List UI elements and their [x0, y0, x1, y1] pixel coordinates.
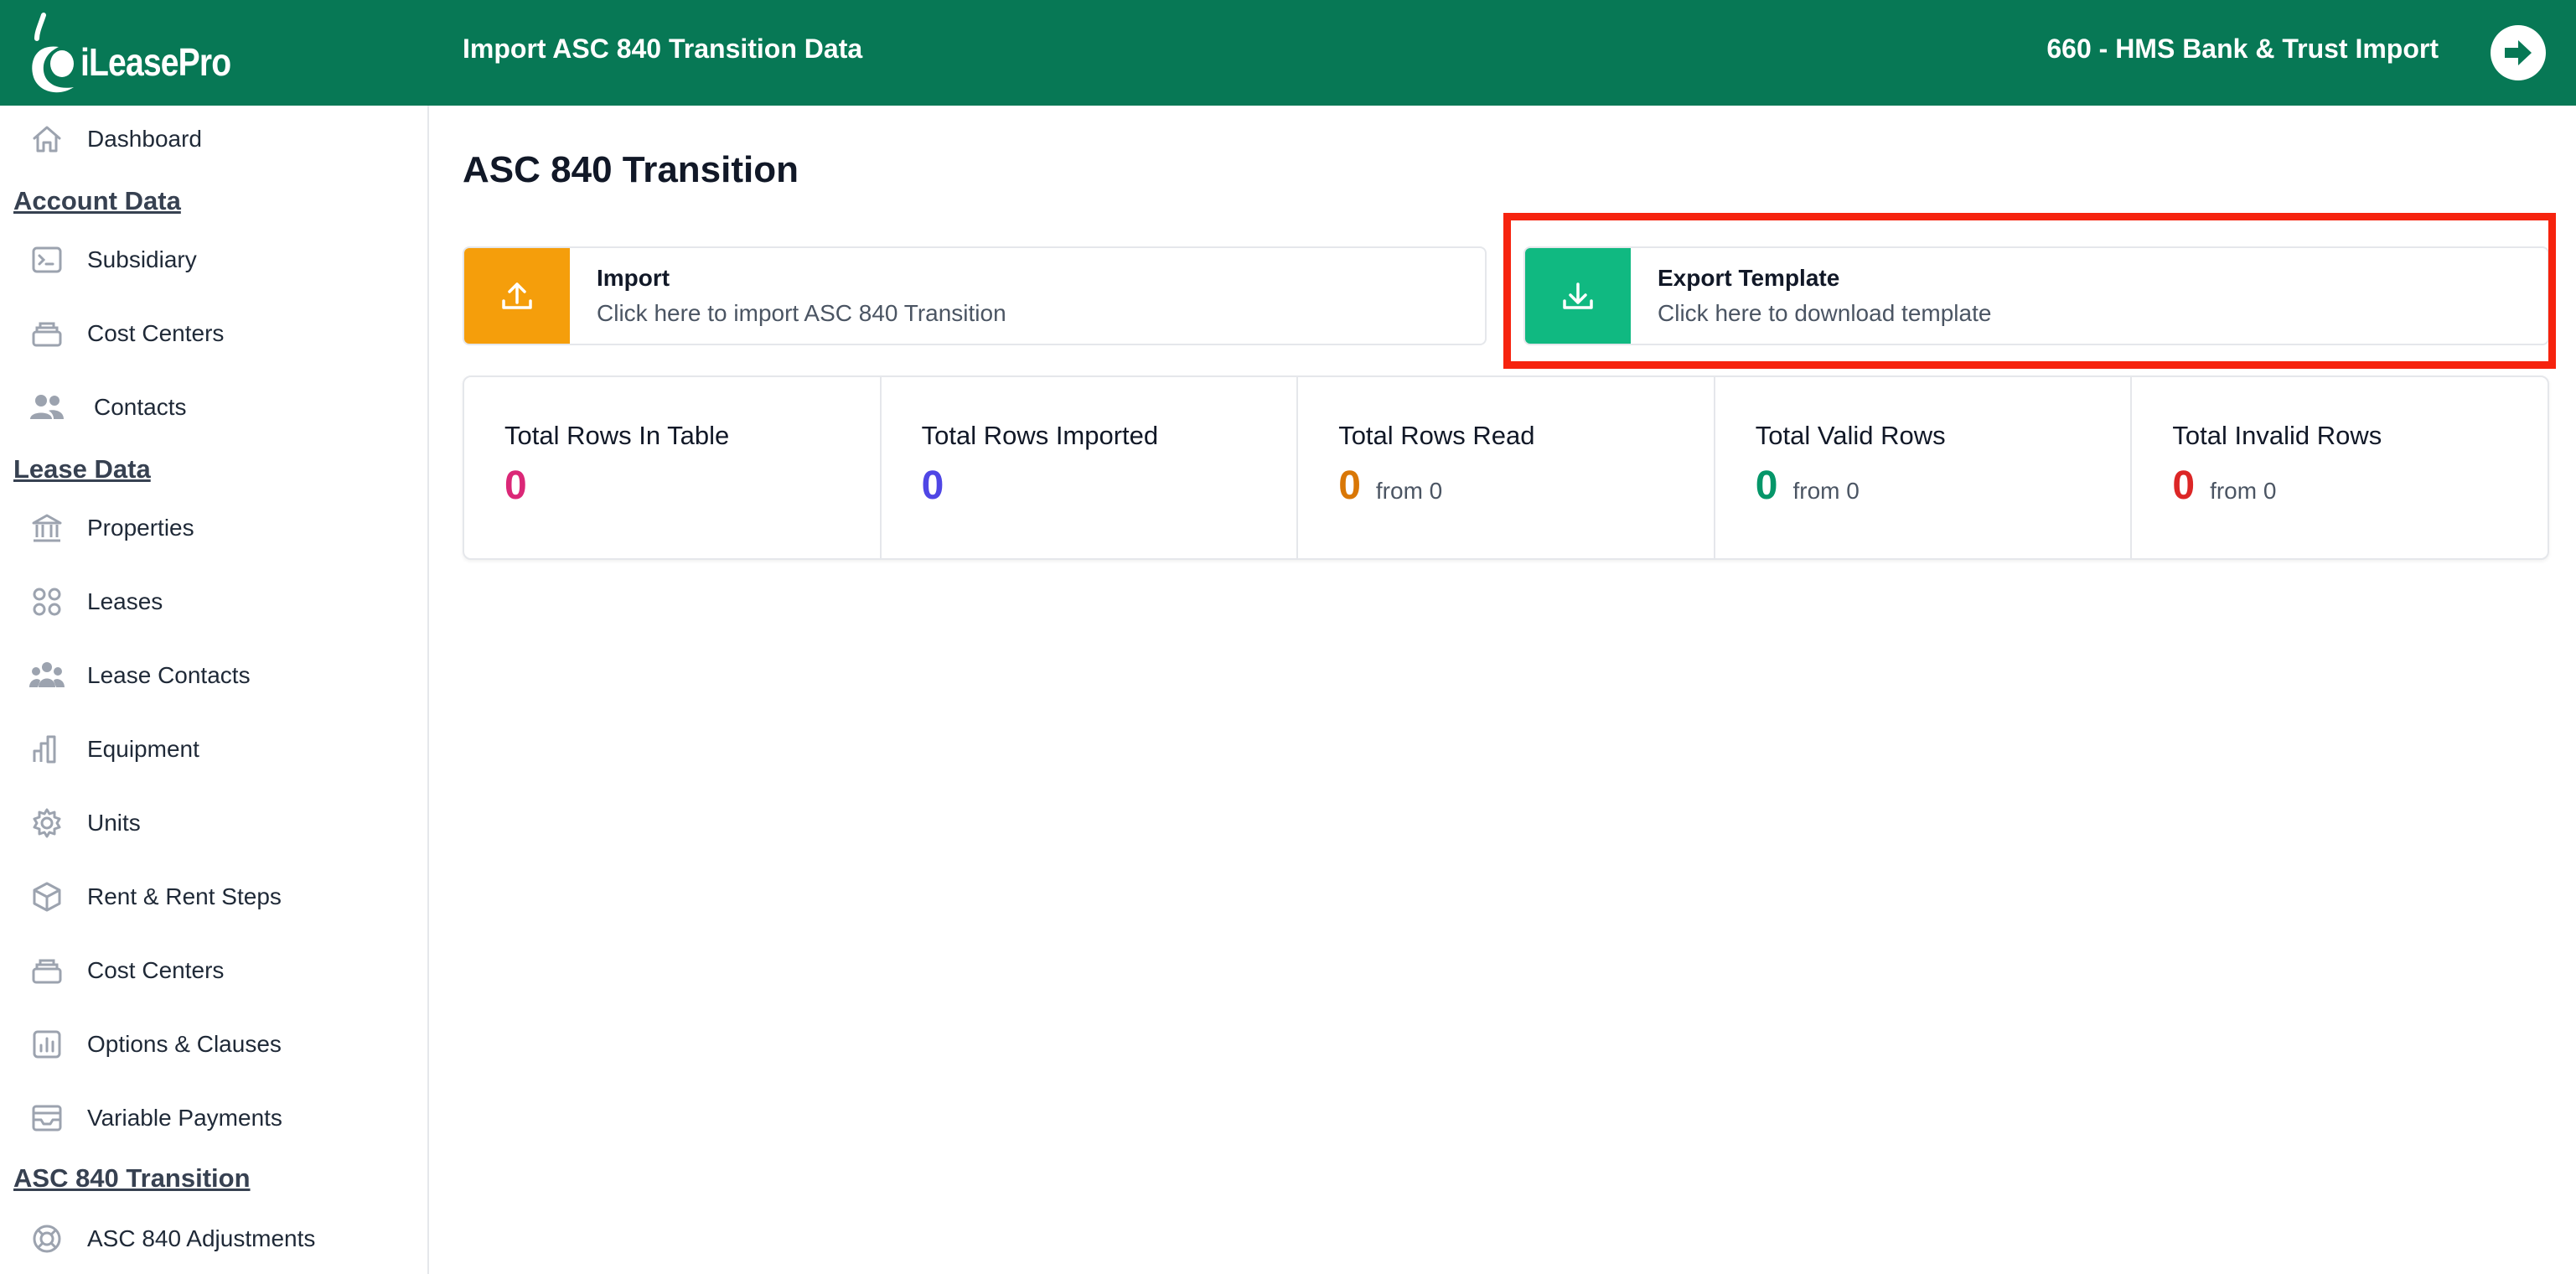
grid-icon: [28, 583, 65, 620]
sidebar-item-label: Cost Centers: [87, 320, 225, 346]
sidebar-item-asc-840-adjustments[interactable]: ASC 840 Adjustments: [28, 1214, 422, 1264]
sidebar-item-units[interactable]: Units: [28, 798, 422, 848]
import-card-title: Import: [597, 265, 670, 291]
sidebar-item-options-clauses[interactable]: Options & Clauses: [28, 1019, 422, 1069]
page-heading: Import ASC 840 Transition Data: [463, 34, 863, 64]
stat-label: Total Invalid Rows: [2172, 421, 2382, 450]
stat-total-rows-in-table: Total Rows In Table 0: [464, 377, 882, 558]
sidebar-item-label: Properties: [87, 515, 194, 541]
sidebar-item-label: Units: [87, 810, 141, 836]
home-icon: [28, 121, 65, 158]
sidebar-item-label: Lease Contacts: [87, 662, 251, 688]
stat-value: 0: [1338, 464, 1361, 508]
stat-total-rows-read: Total Rows Read 0 from 0: [1298, 377, 1715, 558]
sidebar-item-contacts[interactable]: Contacts: [28, 382, 422, 432]
sidebar-item-label: ASC 840 Adjustments: [87, 1225, 316, 1251]
stats-panel: Total Rows In Table 0 Total Rows Importe…: [463, 375, 2549, 560]
sidebar-item-cost-centers-2[interactable]: Cost Centers: [28, 945, 422, 996]
stat-value: 0: [1755, 464, 1778, 508]
upload-icon: [502, 282, 532, 309]
sidebar: Dashboard Account Data Subsidiary Cost C…: [0, 106, 429, 1274]
sidebar-item-equipment[interactable]: Equipment: [28, 724, 422, 774]
sidebar-item-dashboard[interactable]: Dashboard: [28, 114, 422, 164]
import-icon-box: [464, 248, 570, 344]
logo-mark-icon: [32, 13, 74, 93]
bank-icon: [28, 510, 65, 546]
stat-value: 0: [2172, 464, 2196, 508]
page-title: ASC 840 Transition: [463, 149, 799, 190]
lifebuoy-icon: [28, 1220, 65, 1257]
stat-label: Total Rows Imported: [921, 421, 1159, 450]
inbox-icon: [28, 1100, 65, 1137]
sidebar-item-cost-centers[interactable]: Cost Centers: [28, 308, 422, 359]
stat-total-rows-imported: Total Rows Imported 0: [882, 377, 1299, 558]
sidebar-item-label: Variable Payments: [87, 1105, 282, 1131]
logo[interactable]: iLeasePro: [25, 8, 257, 101]
sidebar-item-variable-payments[interactable]: Variable Payments: [28, 1093, 422, 1143]
highlight-box: [1503, 213, 2556, 369]
cube-icon: [28, 878, 65, 915]
stat-label: Total Rows Read: [1338, 421, 1535, 450]
stat-from: from 0: [2210, 478, 2277, 504]
logout-button[interactable]: [2491, 25, 2546, 80]
stat-label: Total Valid Rows: [1755, 421, 1946, 450]
users-icon: [28, 389, 65, 426]
stack-icon: [28, 315, 65, 352]
sidebar-item-rent-steps[interactable]: Rent & Rent Steps: [28, 872, 422, 922]
import-card[interactable]: Import Click here to import ASC 840 Tran…: [463, 246, 1487, 345]
sidebar-item-label: Leases: [87, 588, 163, 614]
gear-icon: [28, 805, 65, 842]
stat-from: from 0: [1375, 478, 1443, 504]
section-lease-data: Lease Data: [13, 454, 151, 484]
bar-chart-icon: [28, 731, 65, 768]
stat-total-valid-rows: Total Valid Rows 0 from 0: [1715, 377, 2133, 558]
company-name[interactable]: 660 - HMS Bank & Trust Import: [2046, 34, 2439, 65]
section-account-data: Account Data: [13, 186, 181, 215]
sidebar-item-label: Options & Clauses: [87, 1031, 282, 1057]
stat-label: Total Rows In Table: [504, 421, 730, 450]
sidebar-item-label: Subsidiary: [87, 246, 197, 272]
sidebar-item-label: Equipment: [87, 736, 199, 762]
logo-text: iLeasePro: [80, 40, 231, 84]
sidebar-item-subsidiary[interactable]: Subsidiary: [28, 235, 422, 285]
top-bar: iLeasePro Import ASC 840 Transition Data…: [0, 0, 2576, 106]
user-group-icon: [28, 657, 65, 694]
sidebar-item-label: Cost Centers: [87, 957, 225, 983]
sidebar-item-label: Dashboard: [87, 126, 202, 152]
stat-value: 0: [504, 464, 527, 508]
sidebar-item-properties[interactable]: Properties: [28, 503, 422, 553]
sidebar-item-leases[interactable]: Leases: [28, 577, 422, 627]
stat-total-invalid-rows: Total Invalid Rows 0 from 0: [2132, 377, 2548, 558]
section-asc-840-transition: ASC 840 Transition: [13, 1163, 251, 1193]
stat-from: from 0: [1792, 478, 1860, 504]
sidebar-item-label: Rent & Rent Steps: [87, 883, 282, 909]
terminal-icon: [28, 241, 65, 278]
arrow-right-icon: [2505, 40, 2532, 65]
sidebar-item-label: Contacts: [94, 394, 187, 420]
stack-icon: [28, 952, 65, 989]
sidebar-item-lease-contacts[interactable]: Lease Contacts: [28, 650, 422, 701]
chart-box-icon: [28, 1026, 65, 1063]
stat-value: 0: [921, 464, 944, 508]
import-card-subtitle: Click here to import ASC 840 Transition: [597, 300, 1006, 326]
